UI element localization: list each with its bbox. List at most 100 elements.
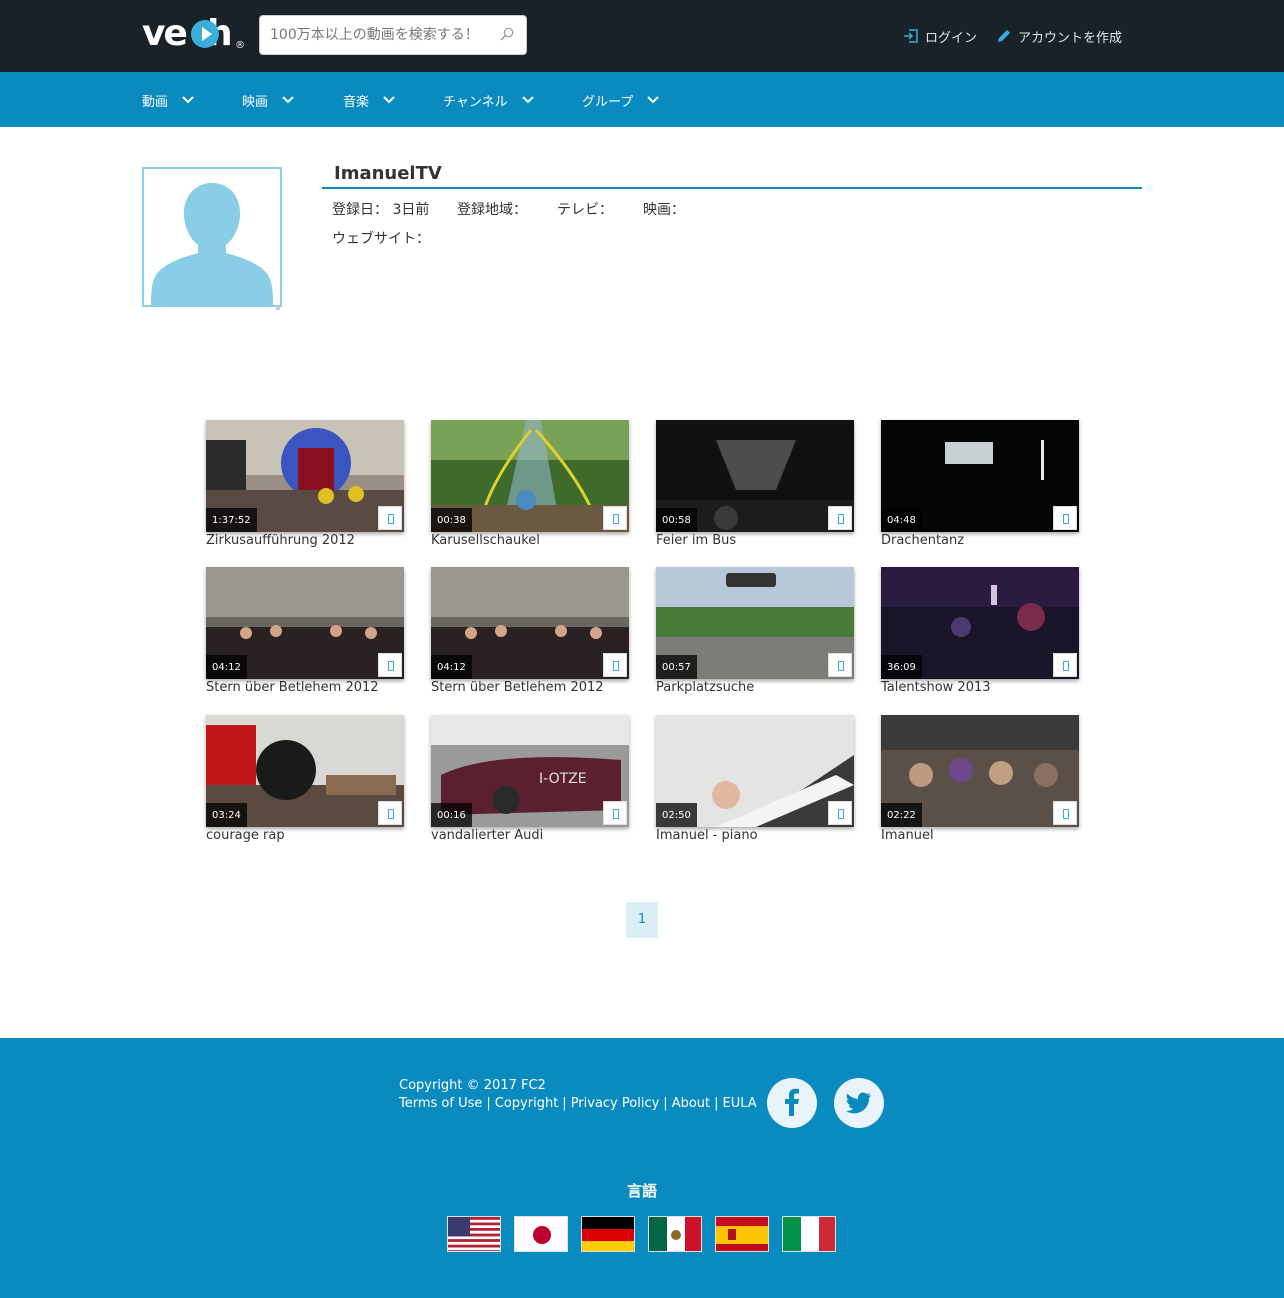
- login-icon: [904, 29, 918, 43]
- video-thumbnail[interactable]: I-OTZE 00:16: [431, 715, 629, 827]
- logo-play-icon: [191, 20, 219, 48]
- duration-badge: 02:22: [881, 803, 922, 827]
- chevron-down-icon: [521, 96, 534, 104]
- video-title[interactable]: Drachentanz: [881, 533, 964, 548]
- add-to-list-button[interactable]: [1053, 506, 1077, 530]
- chevron-down-icon: [383, 96, 395, 104]
- footer: Copyright © 2017 FC2 Terms of Use | Copyr…: [0, 1038, 1284, 1298]
- duration-badge: 36:09: [881, 655, 922, 679]
- avatar-resize-handle: [276, 306, 280, 310]
- add-to-list-button[interactable]: [828, 506, 852, 530]
- login-link[interactable]: ログイン: [903, 26, 977, 46]
- nav-item-movies[interactable]: 映画: [242, 90, 294, 110]
- signup-label: アカウントを作成: [1018, 30, 1123, 46]
- video-title[interactable]: Feier im Bus: [656, 533, 736, 548]
- footer-link-terms[interactable]: Terms of Use: [399, 1096, 482, 1111]
- duration-badge: 00:38: [431, 508, 472, 532]
- duration-badge: 1:37:52: [206, 508, 257, 532]
- facebook-button[interactable]: [767, 1078, 817, 1128]
- video-thumbnail[interactable]: 04:12: [206, 567, 404, 679]
- nav-item-channels[interactable]: チャンネル: [443, 90, 534, 110]
- pagination-page[interactable]: 1: [626, 902, 658, 938]
- chevron-down-icon: [182, 96, 194, 104]
- nav-item-label: 動画: [142, 94, 169, 110]
- duration-badge: 00:57: [656, 655, 697, 679]
- website-label: ウェブサイト：: [332, 231, 430, 247]
- video-title[interactable]: Talentshow 2013: [881, 680, 991, 695]
- footer-link-about[interactable]: About: [672, 1096, 710, 1111]
- add-to-list-button[interactable]: [603, 801, 627, 825]
- duration-badge: 00:16: [431, 803, 472, 827]
- video-title[interactable]: Stern über Betlehem 2012: [431, 680, 604, 695]
- video-thumbnail[interactable]: 00:58: [656, 420, 854, 532]
- add-to-list-button[interactable]: [828, 653, 852, 677]
- link-separator: |: [486, 1096, 491, 1111]
- nav-item-label: グループ: [582, 94, 634, 110]
- add-to-list-button[interactable]: [828, 801, 852, 825]
- nav-item-label: チャンネル: [443, 94, 508, 110]
- es-flag-icon[interactable]: [715, 1216, 769, 1252]
- region-label: 登録地域：: [457, 202, 527, 218]
- add-to-list-button[interactable]: [603, 506, 627, 530]
- link-separator: |: [562, 1096, 567, 1111]
- video-title[interactable]: Zirkusaufführung 2012: [206, 533, 355, 548]
- video-title[interactable]: vandalierter Audi: [431, 828, 543, 843]
- search-input[interactable]: [270, 16, 490, 54]
- footer-link-copyright[interactable]: Copyright: [495, 1096, 559, 1111]
- profile-name: ImanuelTV: [334, 163, 442, 184]
- video-thumbnail[interactable]: 03:24: [206, 715, 404, 827]
- video-title[interactable]: Imanuel - piano: [656, 828, 758, 843]
- add-to-list-button[interactable]: [378, 506, 402, 530]
- it-flag-icon[interactable]: [782, 1216, 836, 1252]
- duration-badge: 04:12: [206, 655, 247, 679]
- avatar: [142, 167, 282, 307]
- duration-badge: 03:24: [206, 803, 247, 827]
- mx-flag-icon[interactable]: [648, 1216, 702, 1252]
- signup-link[interactable]: アカウントを作成: [996, 26, 1122, 46]
- top-bar: ve h ® ログイン アカウントを作成: [0, 0, 1284, 72]
- video-thumbnail[interactable]: 04:12: [431, 567, 629, 679]
- add-to-list-button[interactable]: [378, 801, 402, 825]
- duration-badge: 04:48: [881, 508, 922, 532]
- facebook-icon: [785, 1088, 799, 1116]
- nav-item-music[interactable]: 音楽: [343, 90, 395, 110]
- jp-flag-icon[interactable]: [514, 1216, 568, 1252]
- video-title[interactable]: Karusellschaukel: [431, 533, 540, 548]
- de-flag-icon[interactable]: [581, 1216, 635, 1252]
- nav-item-label: 音楽: [343, 94, 370, 110]
- video-thumbnail[interactable]: 00:38: [431, 420, 629, 532]
- pencil-icon: [998, 30, 1010, 42]
- video-thumbnail[interactable]: 36:09: [881, 567, 1079, 679]
- footer-link-eula[interactable]: EULA: [723, 1096, 757, 1111]
- add-to-list-button[interactable]: [603, 653, 627, 677]
- add-to-list-button[interactable]: [1053, 653, 1077, 677]
- tv-label: テレビ：: [557, 202, 613, 218]
- add-to-list-button[interactable]: [378, 653, 402, 677]
- footer-link-privacy[interactable]: Privacy Policy: [571, 1096, 660, 1111]
- nav-item-videos[interactable]: 動画: [142, 90, 194, 110]
- video-title[interactable]: Parkplatzsuche: [656, 680, 754, 695]
- duration-badge: 00:58: [656, 508, 697, 532]
- search-box: [259, 15, 527, 55]
- video-title[interactable]: Stern über Betlehem 2012: [206, 680, 379, 695]
- video-thumbnail[interactable]: 02:50: [656, 715, 854, 827]
- registered-label: 登録日：: [332, 202, 388, 218]
- nav-item-label: 映画: [242, 94, 269, 110]
- veoh-logo[interactable]: ve h ®: [142, 12, 246, 56]
- video-thumbnail[interactable]: 04:48: [881, 420, 1079, 532]
- chevron-down-icon: [647, 96, 659, 104]
- nav-item-groups[interactable]: グループ: [582, 90, 659, 110]
- us-flag-icon[interactable]: [447, 1216, 501, 1252]
- twitter-button[interactable]: [834, 1078, 884, 1128]
- link-separator: |: [714, 1096, 719, 1111]
- video-title[interactable]: Imanuel: [881, 828, 934, 843]
- duration-badge: 04:12: [431, 655, 472, 679]
- duration-badge: 02:50: [656, 803, 697, 827]
- twitter-icon: [846, 1092, 871, 1114]
- video-thumbnail[interactable]: 00:57: [656, 567, 854, 679]
- video-thumbnail[interactable]: 02:22: [881, 715, 1079, 827]
- video-title[interactable]: courage rap: [206, 828, 285, 843]
- video-thumbnail[interactable]: 1:37:52: [206, 420, 404, 532]
- add-to-list-button[interactable]: [1053, 801, 1077, 825]
- search-icon[interactable]: [500, 27, 514, 41]
